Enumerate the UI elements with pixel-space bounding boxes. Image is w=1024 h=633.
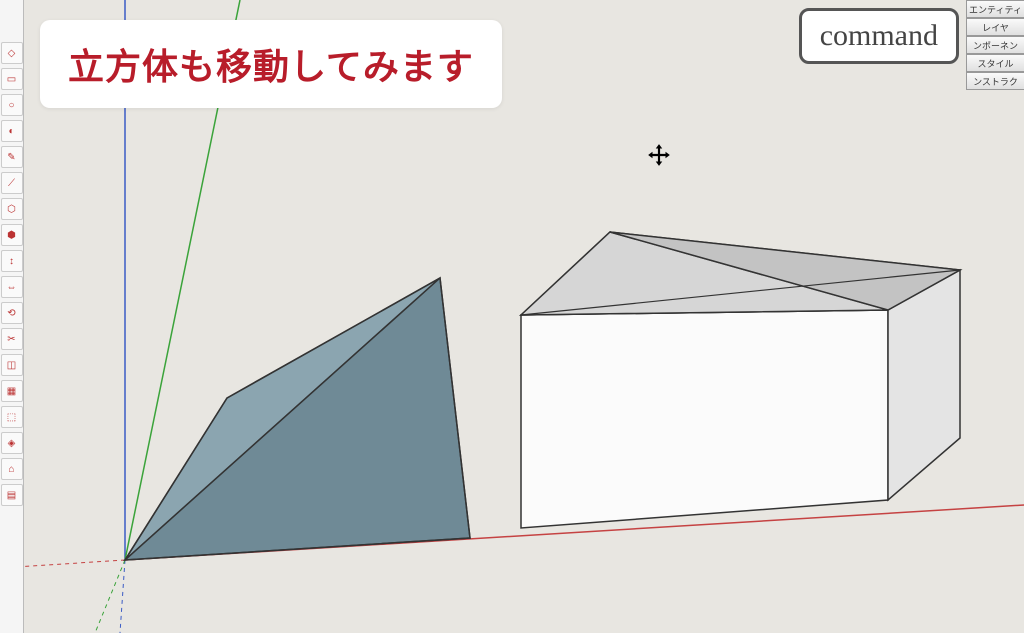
toolbar-button[interactable]: ◈ — [1, 432, 23, 454]
left-toolbar: ◇ ▭ ○ ◐ ✎ ⟋ ⬡ ⬢ ↕ ⇔ ⟲ ✂ ◫ ▦ ⬚ ◈ ⌂ ▤ — [0, 0, 24, 633]
toolbar-button[interactable]: ⌂ — [1, 458, 23, 480]
panel-tab-style[interactable]: スタイル — [966, 54, 1024, 72]
toolbar-button[interactable]: ◫ — [1, 354, 23, 376]
cube-shape[interactable] — [521, 232, 960, 528]
toolbar-button[interactable]: ▦ — [1, 380, 23, 402]
toolbar-button[interactable]: ▤ — [1, 484, 23, 506]
toolbar-button[interactable]: ⬡ — [1, 198, 23, 220]
caption-overlay: 立方体も移動してみます — [40, 20, 502, 108]
toolbar-button[interactable]: ⬢ — [1, 224, 23, 246]
toolbar-button[interactable]: ◐ — [1, 120, 23, 142]
right-panel-tabs: エンティティ レイヤ ンポーネン スタイル ンストラク — [966, 0, 1024, 90]
toolbar-button[interactable]: ⬚ — [1, 406, 23, 428]
panel-tab-layer[interactable]: レイヤ — [966, 18, 1024, 36]
toolbar-button[interactable]: ⇔ — [1, 276, 23, 298]
panel-tab-instructor[interactable]: ンストラク — [966, 72, 1024, 90]
toolbar-button[interactable]: ✎ — [1, 146, 23, 168]
toolbar-button[interactable]: ○ — [1, 94, 23, 116]
toolbar-button[interactable]: ⟲ — [1, 302, 23, 324]
panel-tab-component[interactable]: ンポーネン — [966, 36, 1024, 54]
toolbar-button[interactable]: ⟋ — [1, 172, 23, 194]
command-key-overlay: command — [799, 8, 959, 64]
toolbar-button[interactable]: ✂ — [1, 328, 23, 350]
axis-green-dashed — [95, 560, 125, 633]
panel-tab-entity[interactable]: エンティティ — [966, 0, 1024, 18]
toolbar-button[interactable]: ↕ — [1, 250, 23, 272]
wedge-shape[interactable] — [125, 278, 470, 560]
caption-text: 立方体も移動してみます — [68, 46, 474, 87]
toolbar-button[interactable]: ◇ — [1, 42, 23, 64]
toolbar-button[interactable]: ▭ — [1, 68, 23, 90]
command-key-label: command — [820, 19, 938, 52]
